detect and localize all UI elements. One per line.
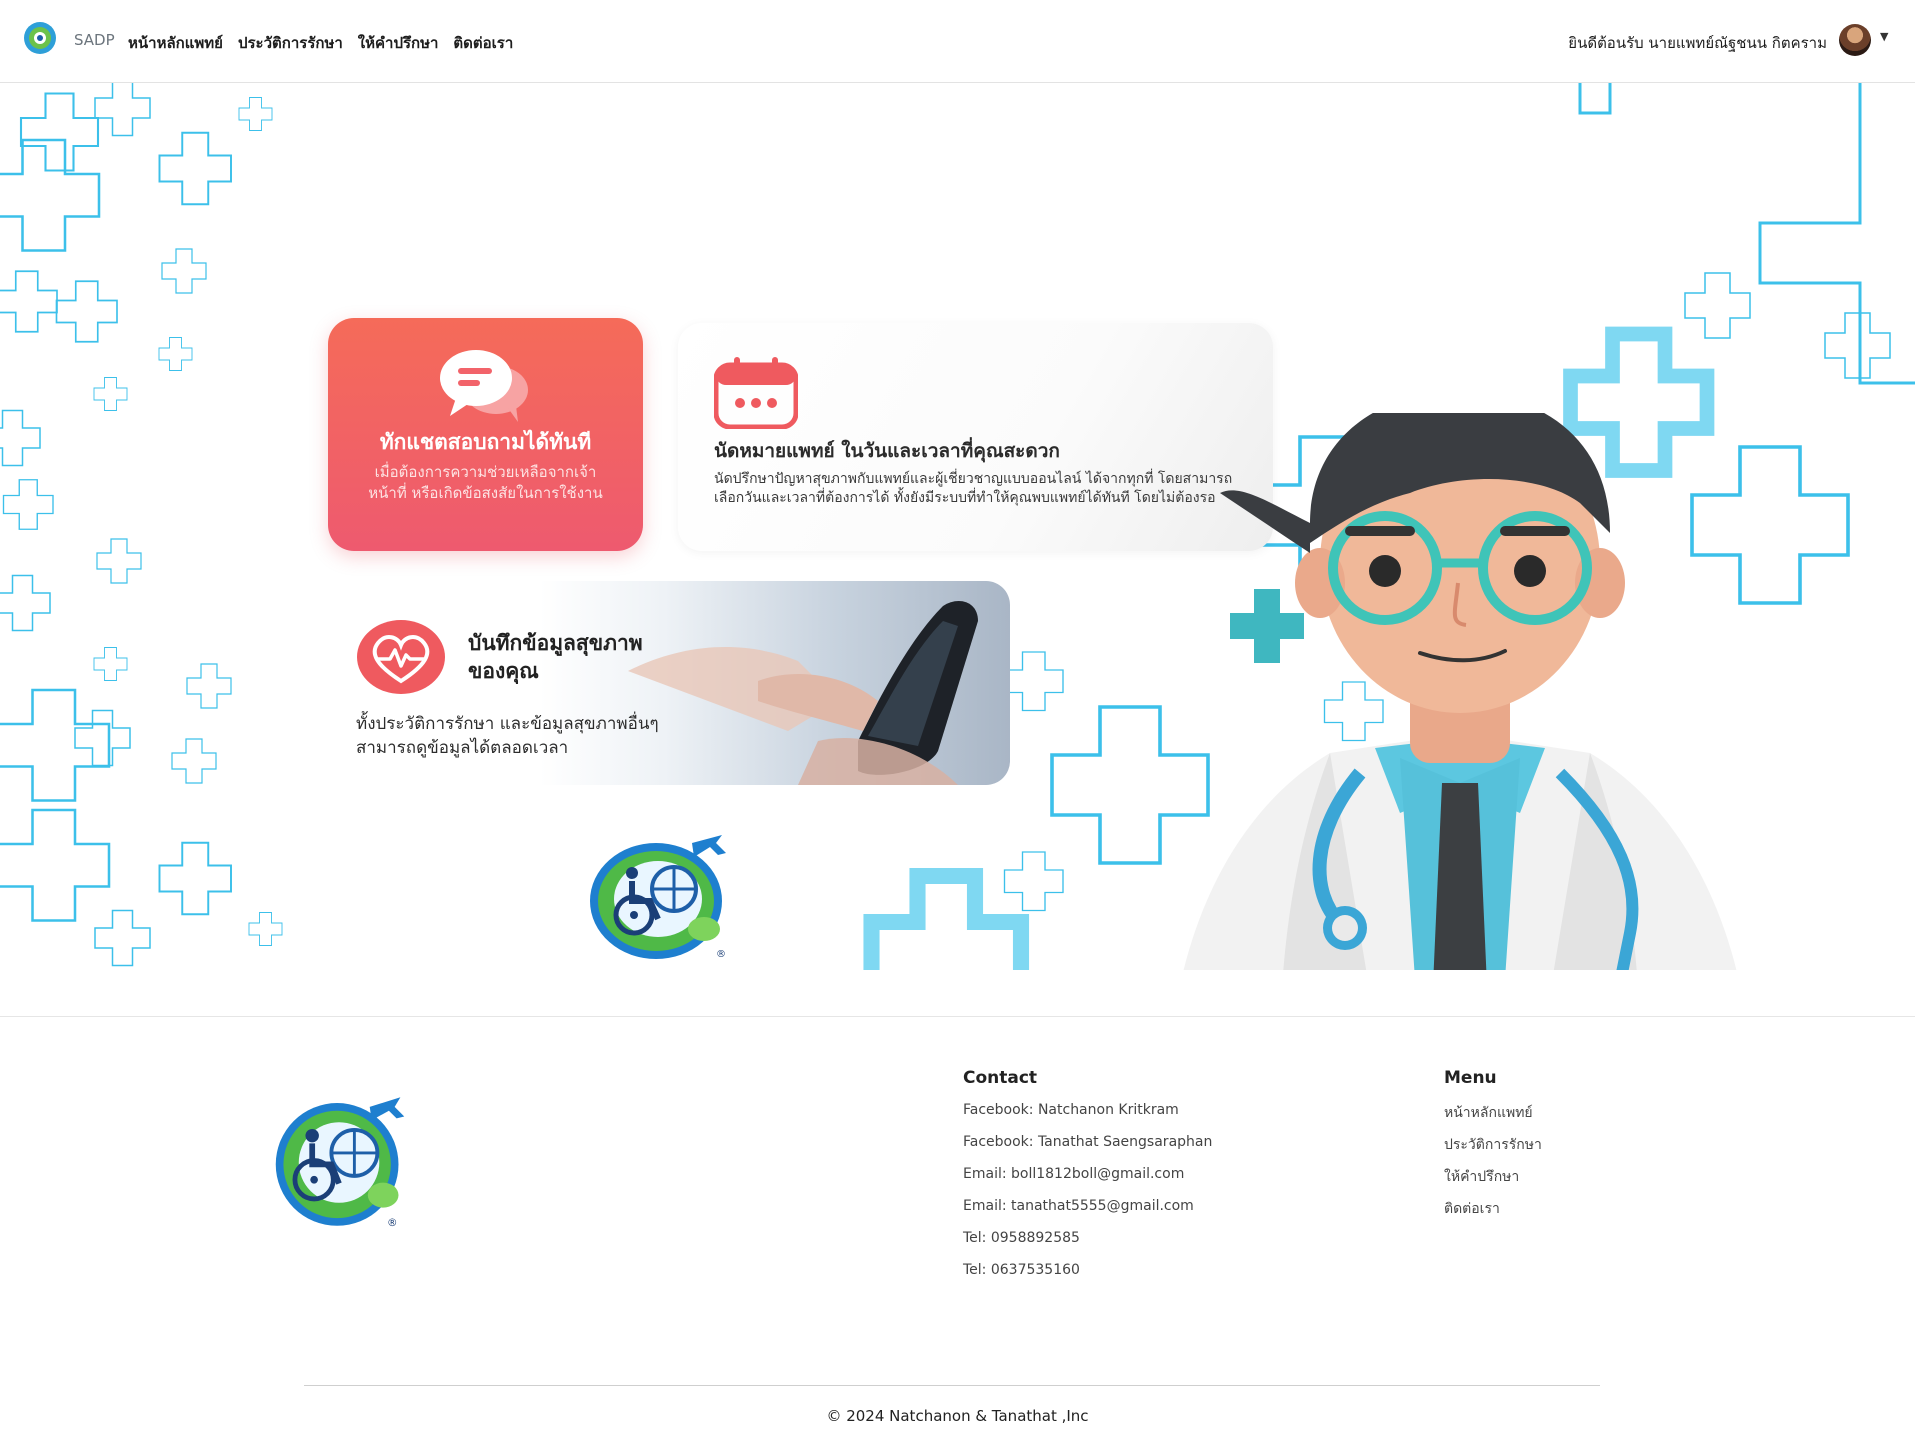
appointment-card-title: นัดหมายแพทย์ ในวันและเวลาที่คุณสะดวก: [714, 440, 1060, 462]
nav-link-contact[interactable]: ติดต่อเรา: [453, 31, 513, 55]
footer-menu-doctor-home[interactable]: หน้าหลักแพทย์: [1444, 1102, 1533, 1124]
footer-divider: [0, 1016, 1915, 1017]
contact-item: Facebook: Natchanon Kritkram: [963, 1102, 1179, 1118]
welcome-text: ยินดีต้อนรับ นายแพทย์ณัฐชนน กิตคราม: [1568, 34, 1827, 52]
chat-bubble-icon: [440, 350, 528, 422]
contact-item: Email: tanathat5555@gmail.com: [963, 1198, 1194, 1214]
footer-menu-treatment-history[interactable]: ประวัติการรักษา: [1444, 1134, 1542, 1156]
nav-links: หน้าหลักแพทย์ ประวัติการรักษา ให้คำปรึกษ…: [128, 31, 513, 55]
copyright-divider: [304, 1385, 1600, 1386]
navbar: SADP หน้าหลักแพทย์ ประวัติการรักษา ให้คำ…: [0, 0, 1915, 83]
chat-card[interactable]: ทักแชตสอบถามได้ทันที เมื่อต้องการความช่ว…: [328, 318, 643, 551]
footer-menu-consultation[interactable]: ให้คำปรึกษา: [1444, 1166, 1519, 1188]
svg-text:®: ®: [387, 1217, 398, 1229]
chat-card-description: เมื่อต้องการความช่วยเหลือจากเจ้าหน้าที่ …: [368, 463, 603, 502]
doctor-illustration: [1183, 413, 1737, 970]
nav-link-consultation[interactable]: ให้คำปรึกษา: [358, 31, 439, 55]
svg-text:®: ®: [716, 949, 726, 960]
contact-item: Tel: 0958892585: [963, 1230, 1080, 1246]
sadp-logo-icon: ®: [590, 835, 726, 960]
nav-link-doctor-home[interactable]: หน้าหลักแพทย์: [128, 31, 223, 55]
footer-logo-icon: ®: [275, 1097, 405, 1229]
chevron-down-icon[interactable]: ▼: [1880, 30, 1888, 43]
user-avatar[interactable]: [1839, 24, 1871, 56]
health-record-card[interactable]: บันทึกข้อมูลสุขภาพของคุณ ทั้งประวัติการร…: [318, 581, 1010, 785]
contact-title: Contact: [963, 1068, 1038, 1088]
health-record-description: ทั้งประวัติการรักษา และข้อมูลสุขภาพอื่นๆ…: [356, 714, 659, 758]
heart-pulse-icon: [357, 620, 445, 694]
appointment-card-description: นัดปรึกษาปัญหาสุขภาพกับแพทย์และผู้เชี่ยว…: [714, 471, 1233, 506]
contact-item: Tel: 0637535160: [963, 1262, 1080, 1278]
sadp-logo-icon[interactable]: [22, 20, 58, 56]
calendar-icon: [714, 357, 798, 429]
health-record-title: บันทึกข้อมูลสุขภาพของคุณ: [468, 631, 643, 683]
chat-card-title: ทักแชตสอบถามได้ทันที: [379, 430, 592, 454]
brand-name[interactable]: SADP: [74, 31, 115, 49]
hero-section: ทักแชตสอบถามได้ทันที เมื่อต้องการความช่ว…: [0, 83, 1915, 970]
contact-item: Email: boll1812boll@gmail.com: [963, 1166, 1185, 1182]
footer-menu-contact[interactable]: ติดต่อเรา: [1444, 1198, 1500, 1220]
copyright-text: © 2024 Natchanon & Tanathat ,Inc: [826, 1407, 1089, 1425]
contact-item: Facebook: Tanathat Saengsaraphan: [963, 1134, 1213, 1150]
menu-title: Menu: [1444, 1068, 1497, 1088]
nav-link-treatment-history[interactable]: ประวัติการรักษา: [238, 31, 343, 55]
